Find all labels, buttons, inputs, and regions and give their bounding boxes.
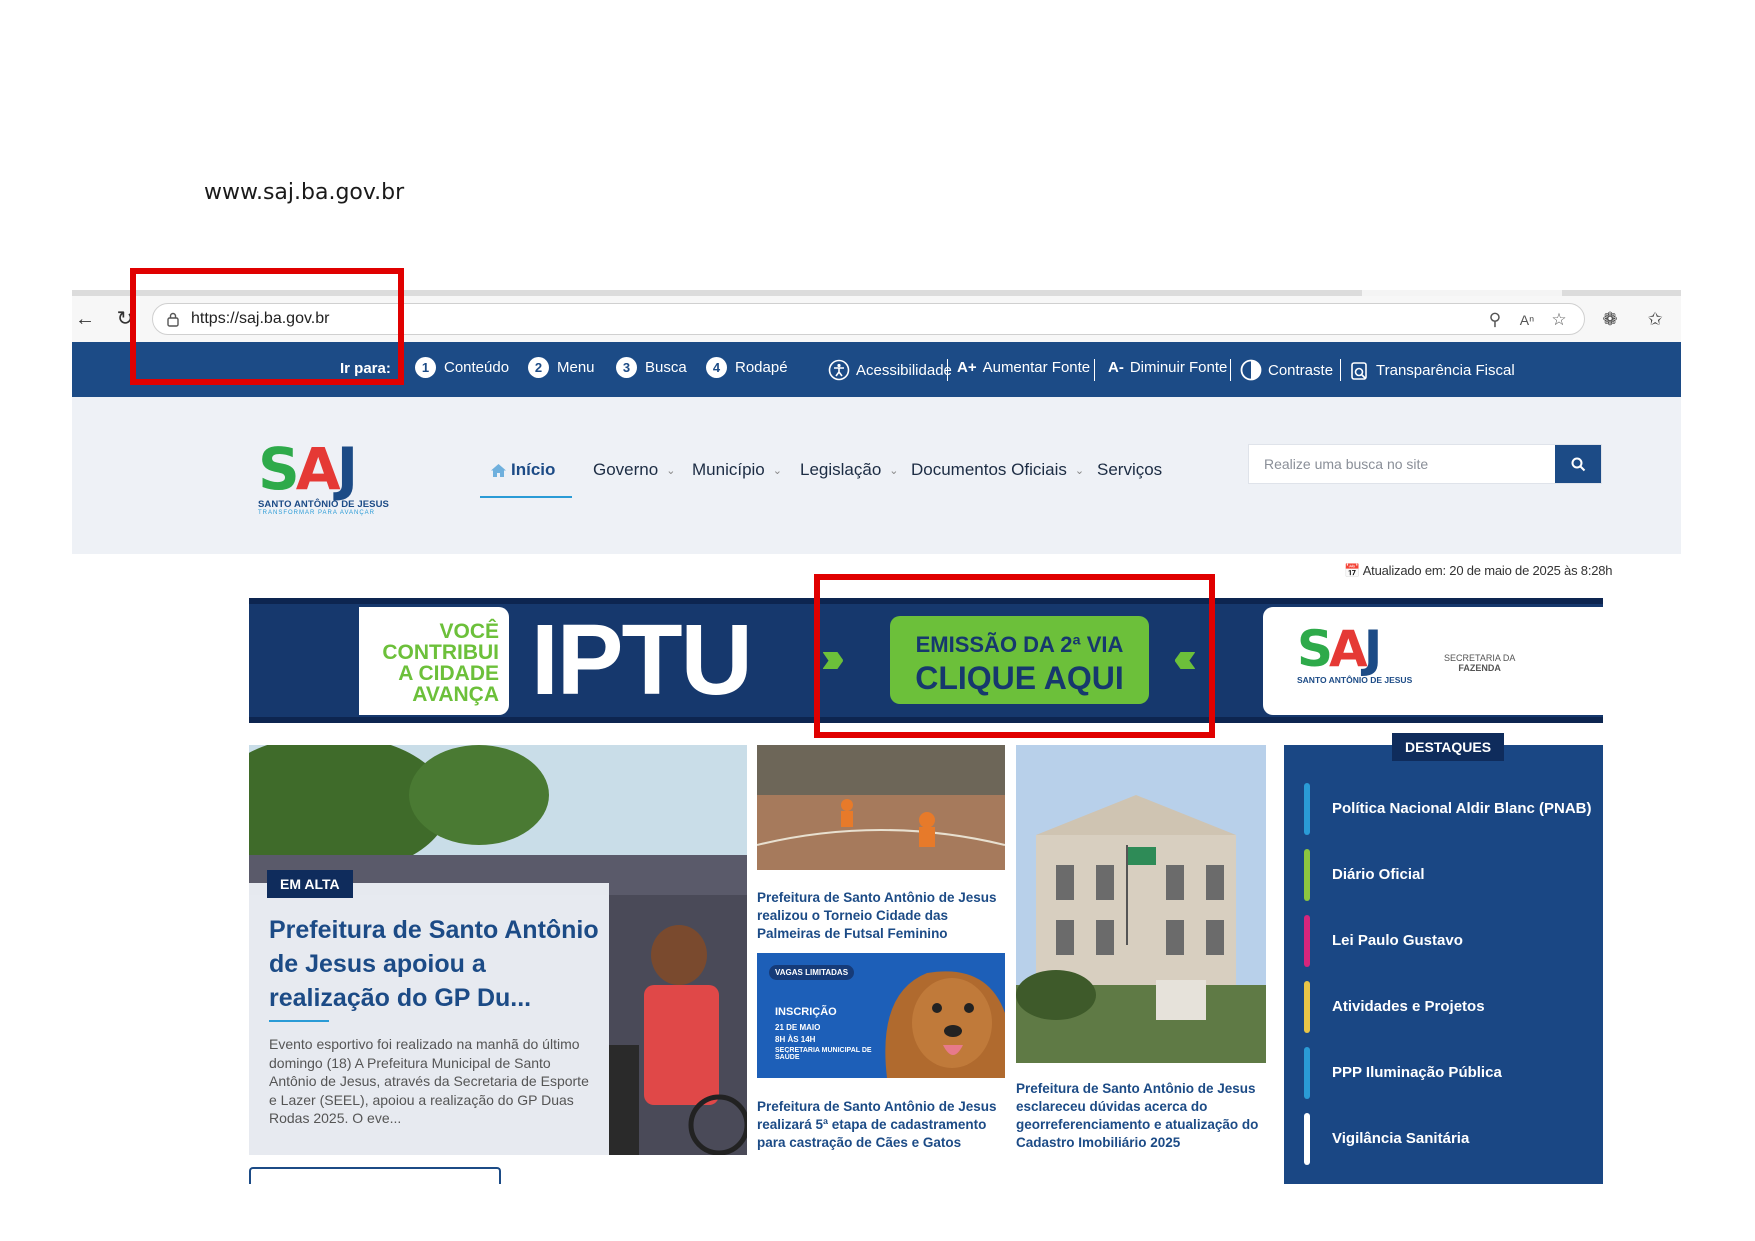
favorite-star-icon[interactable]: ☆ — [1547, 308, 1571, 332]
menu-inicio[interactable]: Início — [490, 460, 555, 480]
poster-badge: VAGAS LIMITADAS — [769, 965, 855, 980]
chevron-down-icon: ⌄ — [1074, 464, 1085, 477]
poster-date: 21 DE MAIO — [775, 1023, 821, 1032]
site-search — [1248, 444, 1602, 484]
highlight-item-atividades-projetos[interactable]: Atividades e Projetos — [1304, 981, 1594, 1033]
transparency-icon — [1351, 362, 1367, 380]
news-card-title[interactable]: Prefeitura de Santo Antônio de Jesus rea… — [757, 889, 1005, 943]
url-highlight-box — [130, 268, 404, 385]
document-page: www.saj.ba.gov.br ← ↻ https://saj.ba.gov… — [0, 0, 1755, 1241]
jump-search-link[interactable]: 3 Busca — [616, 357, 687, 378]
poster-place: SECRETARIA MUNICIPAL DE SAÚDE — [775, 1047, 872, 1061]
highlight-item-lei-paulo-gustavo[interactable]: Lei Paulo Gustavo — [1304, 915, 1594, 967]
calendar-icon: 📅 — [1344, 563, 1360, 578]
news-card[interactable]: VAGAS LIMITADAS INSCRIÇÃO 21 DE MAIO 8H … — [757, 953, 1005, 1158]
jump-footer-link[interactable]: 4 Rodapé — [706, 357, 788, 378]
active-menu-underline — [480, 496, 572, 498]
menu-governo[interactable]: Governo ⌄ — [593, 460, 675, 480]
castration-poster: VAGAS LIMITADAS INSCRIÇÃO 21 DE MAIO 8H … — [757, 953, 1005, 1078]
more-news-button[interactable] — [249, 1167, 501, 1184]
transparency-link[interactable]: Transparência Fiscal — [1350, 359, 1515, 381]
highlight-item-diario-oficial[interactable]: Diário Oficial — [1304, 849, 1594, 901]
highlight-item-ppp-iluminacao[interactable]: PPP Iluminação Pública — [1304, 1047, 1594, 1099]
favorites-icon[interactable]: ✩ — [1642, 306, 1668, 332]
cta-highlight-box — [814, 574, 1215, 738]
page-caption: www.saj.ba.gov.br — [204, 180, 405, 205]
contrast-icon — [1240, 359, 1262, 381]
feature-title[interactable]: Prefeitura de Santo Antônio de Jesus apo… — [269, 913, 599, 1015]
highlights-title: DESTAQUES — [1392, 733, 1505, 761]
zoom-out-icon[interactable]: ⚲ — [1483, 308, 1507, 332]
news-card[interactable]: Prefeitura de Santo Antônio de Jesus esc… — [1016, 745, 1266, 1160]
featured-news[interactable]: EM ALTA Prefeitura de Santo Antônio de J… — [249, 745, 747, 1155]
menu-municipio[interactable]: Município ⌄ — [692, 460, 782, 480]
news-card-title[interactable]: Prefeitura de Santo Antônio de Jesus esc… — [1016, 1080, 1266, 1152]
futsal-photo — [757, 745, 1005, 870]
decrease-font-link[interactable]: A- Diminuir Fonte — [1108, 359, 1227, 376]
banner-title: IPTU — [531, 604, 753, 716]
menu-documentos-oficiais[interactable]: Documentos Oficiais ⌄ — [911, 460, 1084, 480]
accessibility-link[interactable]: Acessibilidade — [828, 359, 952, 381]
search-icon — [1571, 457, 1585, 471]
poster-hours: 8H ÀS 14H — [775, 1035, 816, 1044]
back-arrow-icon[interactable]: ← — [72, 306, 98, 332]
news-card-title[interactable]: Prefeitura de Santo Antônio de Jesus rea… — [757, 1098, 1005, 1152]
saj-banner-logo: SAJ SANTO ANTÔNIO DE JESUS — [1297, 620, 1413, 685]
highlights-panel: DESTAQUES Política Nacional Aldir Blanc … — [1284, 733, 1603, 1184]
extensions-icon[interactable]: ❁ — [1597, 306, 1623, 332]
contrast-link[interactable]: Contraste — [1240, 359, 1333, 381]
home-icon — [491, 463, 506, 477]
increase-font-icon: A+ — [957, 359, 977, 376]
search-input[interactable] — [1249, 445, 1555, 483]
chevron-down-icon: ⌄ — [772, 464, 782, 477]
accessibility-icon — [828, 359, 850, 381]
chevron-down-icon: ⌄ — [889, 464, 899, 477]
increase-font-link[interactable]: A+ Aumentar Fonte — [957, 359, 1090, 376]
jump-menu-link[interactable]: 2 Menu — [528, 357, 595, 378]
banner-slogan: VOCÊ CONTRIBUI A CIDADE AVANÇA — [382, 620, 499, 706]
trending-badge: EM ALTA — [267, 870, 353, 898]
menu-legislacao[interactable]: Legislação ⌄ — [800, 460, 899, 480]
jump-content-link[interactable]: 1 Conteúdo — [415, 357, 509, 378]
secretaria-fazenda-label: SECRETARIA DA FAZENDA — [1444, 653, 1516, 673]
highlight-item-pnab[interactable]: Política Nacional Aldir Blanc (PNAB) — [1304, 783, 1594, 835]
feature-excerpt: Evento esportivo foi realizado na manhã … — [269, 1036, 589, 1126]
saj-logo[interactable]: SAJ SANTO ANTÔNIO DE JESUS TRANSFORMAR P… — [258, 439, 398, 521]
city-hall-photo — [1016, 745, 1266, 1063]
decrease-font-icon: A- — [1108, 359, 1124, 376]
news-card[interactable]: Prefeitura de Santo Antônio de Jesus rea… — [757, 745, 1005, 945]
read-aloud-icon[interactable]: Aⁿ — [1515, 308, 1539, 332]
chevron-down-icon: ⌄ — [666, 464, 676, 477]
poster-heading: INSCRIÇÃO — [775, 1006, 837, 1018]
menu-servicos[interactable]: Serviços — [1097, 460, 1162, 480]
search-button[interactable] — [1555, 445, 1601, 483]
highlight-item-vigilancia-sanitaria[interactable]: Vigilância Sanitária — [1304, 1113, 1594, 1165]
site-header: SAJ SANTO ANTÔNIO DE JESUS TRANSFORMAR P… — [72, 397, 1681, 554]
updated-timestamp: 📅 Atualizado em: 20 de maio de 2025 às 8… — [1344, 563, 1613, 578]
